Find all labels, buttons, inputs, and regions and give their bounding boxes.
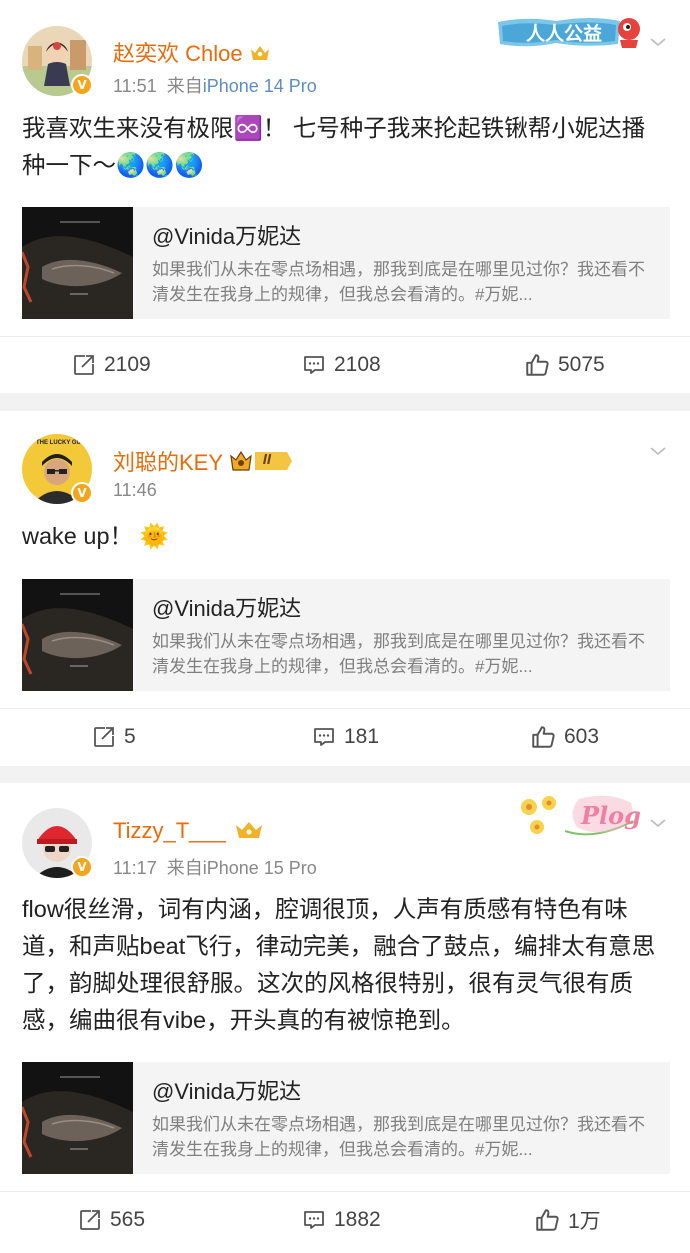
post-meta: 11:46 xyxy=(113,480,157,501)
quoted-post-thumbnail xyxy=(22,207,133,319)
post-time: 11:17 xyxy=(113,858,157,878)
comment-count: 1882 xyxy=(334,1208,381,1231)
plog-badge-label: Plog xyxy=(581,801,641,830)
comment-button[interactable]: 1882 xyxy=(302,1192,381,1248)
vip-rank-badge: II xyxy=(229,449,293,473)
action-bar: 5 181 603 xyxy=(0,708,690,764)
quoted-post-text: 如果我们从未在零点场相遇，那我到底是在哪里见过你？我还看不清发生在我身上的规律，… xyxy=(152,260,645,304)
like-count: 1万 xyxy=(568,1210,601,1233)
weibo-feed: V 赵奕欢 Chloe 11:51 来自iPhone 14 Pro 人人公益 我… xyxy=(0,0,690,1253)
repost-icon xyxy=(92,725,116,749)
comment-button[interactable]: 2108 xyxy=(302,337,381,393)
quoted-post-author[interactable]: @Vinida万妮达 xyxy=(152,1074,301,1106)
post-card[interactable]: V Tizzy_T___ 11:17 来自iPhone 15 Pro Plog … xyxy=(0,783,690,1253)
username[interactable]: 赵奕欢 Chloe xyxy=(113,36,271,68)
verified-badge-icon: V xyxy=(71,74,93,96)
vip-rank-label: II xyxy=(262,451,272,468)
quoted-post-author[interactable]: @Vinida万妮达 xyxy=(152,219,301,251)
post-time: 11:51 xyxy=(113,76,157,96)
repost-button[interactable]: 5 xyxy=(92,709,136,765)
charity-badge-label: 人人公益 xyxy=(526,24,603,45)
post-meta: 11:51 来自iPhone 14 Pro xyxy=(113,72,317,98)
comment-button[interactable]: 181 xyxy=(312,709,379,765)
quoted-post[interactable]: @Vinida万妮达 如果我们从未在零点场相遇，那我到底是在哪里见过你？我还看不… xyxy=(22,1062,670,1174)
repost-button[interactable]: 565 xyxy=(78,1192,145,1248)
post-card[interactable]: THE LUCKY GUY V 刘聪的KEY II 11:46 wake up！… xyxy=(0,411,690,766)
like-button[interactable]: 603 xyxy=(530,709,599,765)
quoted-post[interactable]: @Vinida万妮达 如果我们从未在零点场相遇，那我到底是在哪里见过你？我还看不… xyxy=(22,579,670,691)
username[interactable]: Tizzy_T___ xyxy=(113,818,266,844)
like-icon xyxy=(530,724,556,750)
quoted-post-text: 如果我们从未在零点场相遇，那我到底是在哪里见过你？我还看不清发生在我身上的规律，… xyxy=(152,632,645,676)
comment-count: 181 xyxy=(344,725,380,748)
like-button[interactable]: 1万 xyxy=(534,1192,601,1248)
post-text: flow很丝滑，词有内涵，腔调很顶，人声有质感有特色有味道，和声贴beat飞行，… xyxy=(22,896,656,1033)
comment-icon xyxy=(302,353,326,377)
repost-icon xyxy=(78,1208,102,1232)
action-bar: 565 1882 1万 xyxy=(0,1191,690,1247)
post-text: wake up！ 🌞 xyxy=(22,523,169,549)
quoted-post-thumbnail xyxy=(22,1062,133,1174)
quoted-post[interactable]: @Vinida万妮达 如果我们从未在零点场相遇，那我到底是在哪里见过你？我还看不… xyxy=(22,207,670,319)
crown-icon xyxy=(229,450,292,471)
comment-icon xyxy=(302,1208,326,1232)
like-count: 5075 xyxy=(558,353,605,376)
source-prefix: 来自 xyxy=(166,76,203,96)
repost-button[interactable]: 2109 xyxy=(72,337,151,393)
chevron-down-icon[interactable] xyxy=(648,32,668,52)
post-source[interactable]: iPhone 15 Pro xyxy=(203,858,317,878)
plog-badge[interactable]: Plog xyxy=(515,791,641,849)
repost-count: 565 xyxy=(110,1208,146,1231)
crown-icon xyxy=(250,46,269,60)
repost-icon xyxy=(72,353,96,377)
post-source[interactable]: iPhone 14 Pro xyxy=(203,76,317,96)
comment-count: 2108 xyxy=(334,353,381,376)
repost-count: 5 xyxy=(124,725,136,748)
username[interactable]: 刘聪的KEY II xyxy=(113,445,293,477)
chevron-down-icon[interactable] xyxy=(648,813,668,833)
post-time: 11:46 xyxy=(113,480,157,500)
verified-badge-icon: V xyxy=(71,856,93,878)
avatar-caption: THE LUCKY GUY xyxy=(36,440,85,446)
like-icon xyxy=(524,352,550,378)
comment-icon xyxy=(312,725,336,749)
source-prefix: 来自 xyxy=(166,858,203,878)
quoted-post-author[interactable]: @Vinida万妮达 xyxy=(152,591,301,623)
crown-icon xyxy=(236,822,263,838)
chevron-down-icon[interactable] xyxy=(648,441,668,461)
post-card[interactable]: V 赵奕欢 Chloe 11:51 来自iPhone 14 Pro 人人公益 我… xyxy=(0,0,690,393)
like-icon xyxy=(534,1207,560,1233)
verified-badge-icon: V xyxy=(71,482,93,504)
post-text: 我喜欢生来没有极限♾️！ 七号种子我来抡起铁锹帮小妮达播种一下～🌏🌏🌏 xyxy=(22,115,646,178)
action-bar: 2109 2108 5075 xyxy=(0,336,690,392)
quoted-post-text: 如果我们从未在零点场相遇，那我到底是在哪里见过你？我还看不清发生在我身上的规律，… xyxy=(152,1115,645,1159)
repost-count: 2109 xyxy=(104,353,151,376)
charity-badge[interactable]: 人人公益 xyxy=(496,12,642,50)
quoted-post-thumbnail xyxy=(22,579,133,691)
like-count: 603 xyxy=(564,725,600,748)
like-button[interactable]: 5075 xyxy=(524,337,605,393)
post-meta: 11:17 来自iPhone 15 Pro xyxy=(113,854,317,880)
